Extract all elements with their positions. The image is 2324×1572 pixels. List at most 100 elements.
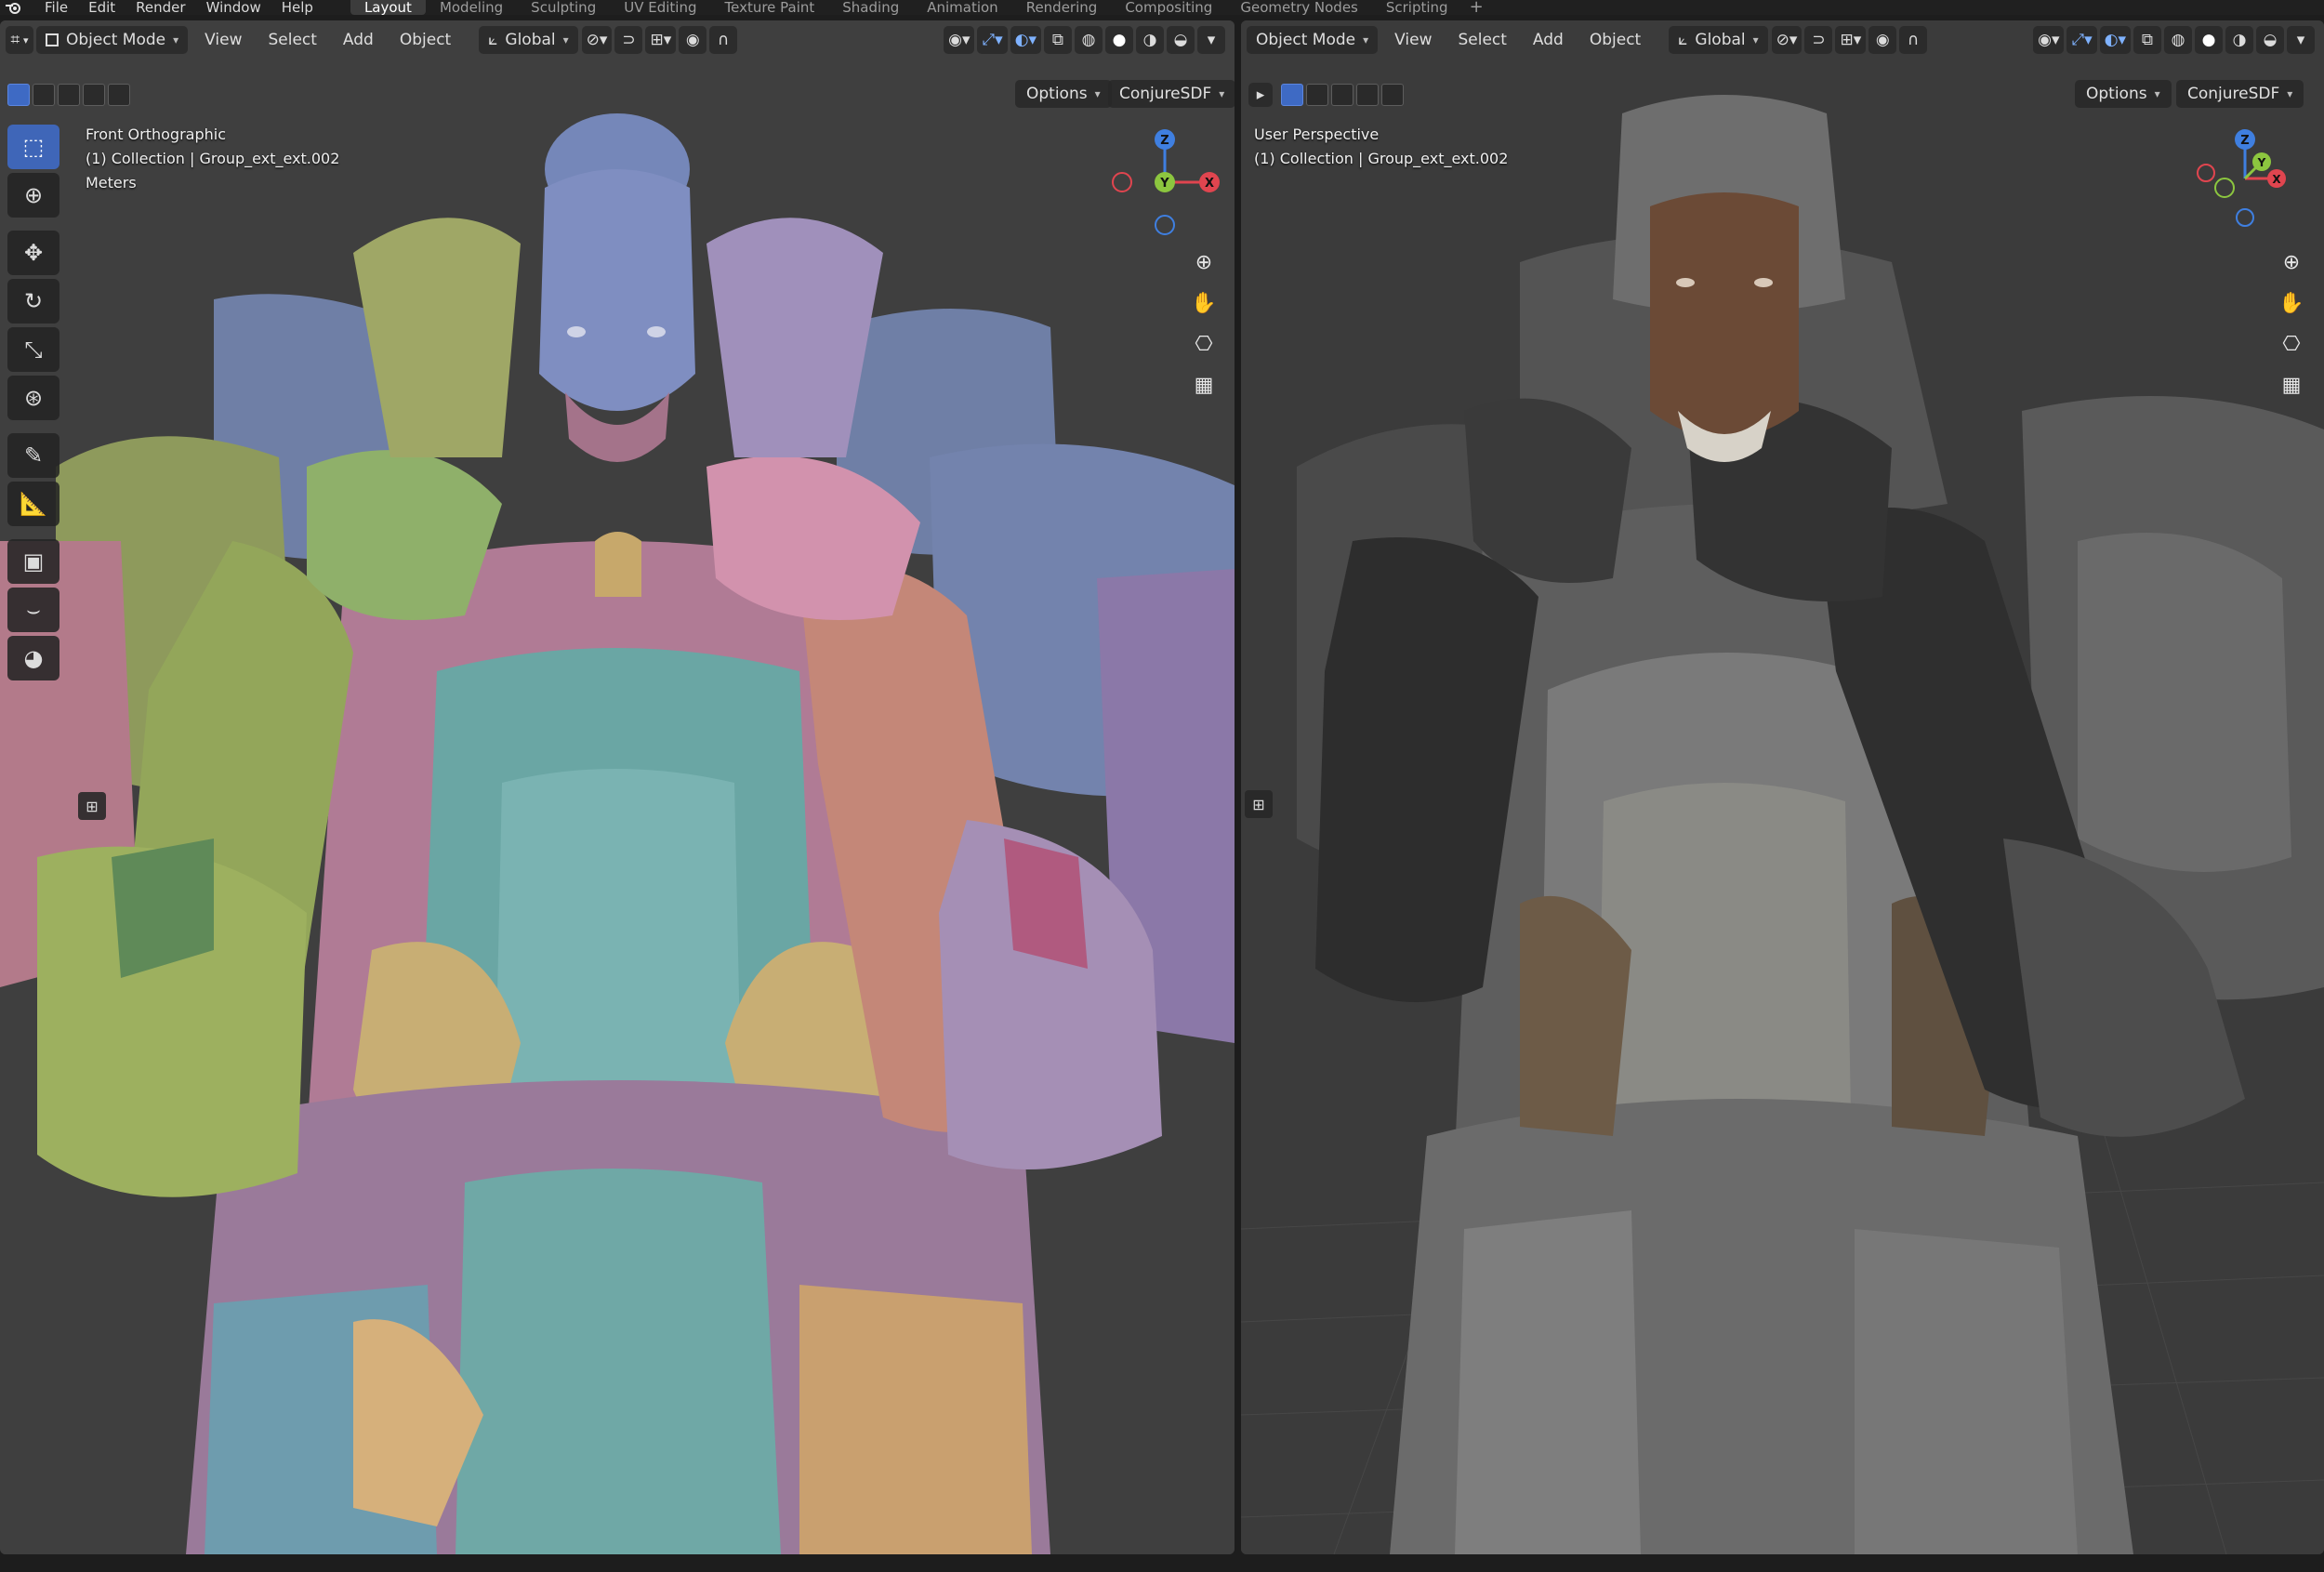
shading-options-icon[interactable]: ▾: [1197, 26, 1225, 54]
zoom-icon[interactable]: ⊕: [2273, 244, 2310, 281]
menu-add[interactable]: Add: [343, 31, 374, 49]
shading-solid-icon[interactable]: ●: [2195, 26, 2223, 54]
menu-view[interactable]: View: [1394, 31, 1432, 49]
select-new-icon[interactable]: [1281, 84, 1303, 106]
select-intersect-icon[interactable]: [108, 84, 130, 106]
camera-icon[interactable]: ⎔: [1185, 325, 1222, 363]
sidebar-toggle-icon[interactable]: ⊞: [78, 792, 106, 820]
options-dropdown[interactable]: Options ▾: [1015, 80, 1112, 108]
select-extend-icon[interactable]: [1306, 84, 1328, 106]
menu-render[interactable]: Render: [136, 0, 185, 15]
shading-material-icon[interactable]: ◑: [2225, 26, 2253, 54]
menu-select[interactable]: Select: [268, 31, 316, 49]
scale-icon[interactable]: ⤡: [7, 327, 59, 372]
conjuresdf-dropdown[interactable]: ConjureSDF ▾: [2176, 80, 2304, 108]
shading-wireframe-icon[interactable]: ◍: [2164, 26, 2192, 54]
curve-icon[interactable]: ⌣: [7, 588, 59, 632]
menu-object[interactable]: Object: [1590, 31, 1641, 49]
pivot-point-icon[interactable]: ⊘▾: [581, 26, 613, 54]
cursor-icon[interactable]: ⊕: [7, 173, 59, 218]
editor-type-icon[interactable]: ⌗ ▾: [6, 26, 33, 54]
menu-add[interactable]: Add: [1533, 31, 1564, 49]
xray-toggle-icon[interactable]: ⧉: [1044, 26, 1072, 54]
add-cube-icon[interactable]: ▣: [7, 539, 59, 584]
tab-rendering[interactable]: Rendering: [1012, 0, 1112, 15]
tab-compositing[interactable]: Compositing: [1111, 0, 1226, 15]
navigation-gizmo[interactable]: Z Y X: [2180, 125, 2291, 236]
select-extend-icon[interactable]: [33, 84, 55, 106]
conjuresdf-dropdown[interactable]: ConjureSDF ▾: [1108, 80, 1235, 108]
pan-hand-icon[interactable]: ✋: [2273, 284, 2310, 322]
blender-logo-icon[interactable]: [4, 0, 24, 15]
grid-icon[interactable]: ▦: [2273, 366, 2310, 403]
overlay-toggle-icon[interactable]: ◐▾: [2099, 26, 2131, 54]
viewport-scene-render[interactable]: [1241, 20, 2324, 1554]
gizmo-toggle-icon[interactable]: ⤢▾: [977, 26, 1008, 54]
falloff-icon[interactable]: ∩: [1899, 26, 1928, 54]
visibility-eye-icon[interactable]: ◉▾: [944, 26, 975, 54]
pivot-point-icon[interactable]: ⊘▾: [1771, 26, 1802, 54]
visibility-eye-icon[interactable]: ◉▾: [2033, 26, 2065, 54]
select-tool-icon[interactable]: ▸: [1248, 83, 1273, 107]
select-subtract-icon[interactable]: [1331, 84, 1353, 106]
menu-select[interactable]: Select: [1458, 31, 1506, 49]
tab-modeling[interactable]: Modeling: [426, 0, 517, 15]
transform-icon[interactable]: ⊛: [7, 376, 59, 420]
falloff-icon[interactable]: ∩: [709, 26, 738, 54]
snap-target-icon[interactable]: ⊞▾: [645, 26, 677, 54]
tab-layout[interactable]: Layout: [350, 0, 426, 15]
transform-orientation-dropdown[interactable]: ⟀ Global ▾: [1669, 26, 1768, 54]
navigation-gizmo[interactable]: Z Y X: [1109, 125, 1221, 236]
viewport-scene-render[interactable]: [0, 20, 1235, 1554]
xray-toggle-icon[interactable]: ⧉: [2133, 26, 2161, 54]
tab-texture-paint[interactable]: Texture Paint: [710, 0, 828, 15]
menu-view[interactable]: View: [205, 31, 242, 49]
shading-rendered-icon[interactable]: ◒: [2256, 26, 2284, 54]
tab-geometry-nodes[interactable]: Geometry Nodes: [1226, 0, 1372, 15]
select-new-icon[interactable]: [7, 84, 30, 106]
tab-shading[interactable]: Shading: [828, 0, 913, 15]
select-invert-icon[interactable]: [1356, 84, 1379, 106]
shading-wireframe-icon[interactable]: ◍: [1075, 26, 1103, 54]
shading-options-icon[interactable]: ▾: [2287, 26, 2315, 54]
object-mode-dropdown[interactable]: Object Mode ▾: [1247, 26, 1379, 54]
grid-icon[interactable]: ▦: [1185, 366, 1222, 403]
shading-rendered-icon[interactable]: ◒: [1167, 26, 1195, 54]
annotate-icon[interactable]: ✎: [7, 433, 59, 478]
viewport-front-orthographic[interactable]: ⌗ ▾ Object Mode ▾ View Select Add Object …: [0, 20, 1235, 1554]
add-workspace-button[interactable]: +: [1470, 0, 1484, 15]
tab-animation[interactable]: Animation: [913, 0, 1011, 15]
options-dropdown[interactable]: Options ▾: [2075, 80, 2172, 108]
menu-window[interactable]: Window: [206, 0, 261, 15]
snap-target-icon[interactable]: ⊞▾: [1835, 26, 1867, 54]
gizmo-toggle-icon[interactable]: ⤢▾: [2067, 26, 2097, 54]
tab-sculpting[interactable]: Sculpting: [517, 0, 610, 15]
proportional-edit-icon[interactable]: ◉: [679, 26, 707, 54]
select-subtract-icon[interactable]: [58, 84, 80, 106]
tab-uv-editing[interactable]: UV Editing: [610, 0, 710, 15]
measure-icon[interactable]: 📐: [7, 482, 59, 526]
select-invert-icon[interactable]: [83, 84, 105, 106]
tab-scripting[interactable]: Scripting: [1372, 0, 1462, 15]
sidebar-toggle-icon[interactable]: ⊞: [1245, 790, 1273, 818]
select-intersect-icon[interactable]: [1381, 84, 1404, 106]
proportional-edit-icon[interactable]: ◉: [1868, 26, 1897, 54]
menu-file[interactable]: File: [45, 0, 68, 15]
pan-hand-icon[interactable]: ✋: [1185, 284, 1222, 322]
camera-icon[interactable]: ⎔: [2273, 325, 2310, 363]
menu-edit[interactable]: Edit: [88, 0, 115, 15]
shading-sphere-icon[interactable]: ◕: [7, 636, 59, 680]
shading-material-icon[interactable]: ◑: [1136, 26, 1164, 54]
menu-help[interactable]: Help: [282, 0, 313, 15]
menu-object[interactable]: Object: [400, 31, 451, 49]
object-mode-dropdown[interactable]: Object Mode ▾: [36, 26, 189, 54]
transform-orientation-dropdown[interactable]: ⟀ Global ▾: [479, 26, 578, 54]
overlay-toggle-icon[interactable]: ◐▾: [1010, 26, 1041, 54]
shading-solid-icon[interactable]: ●: [1105, 26, 1133, 54]
viewport-user-perspective[interactable]: Object Mode ▾ View Select Add Object ⟀ G…: [1241, 20, 2324, 1554]
snap-icon[interactable]: ⊃: [1804, 26, 1833, 54]
zoom-icon[interactable]: ⊕: [1185, 244, 1222, 281]
snap-icon[interactable]: ⊃: [614, 26, 643, 54]
select-box-icon[interactable]: ⬚: [7, 125, 59, 169]
rotate-icon[interactable]: ↻: [7, 279, 59, 324]
